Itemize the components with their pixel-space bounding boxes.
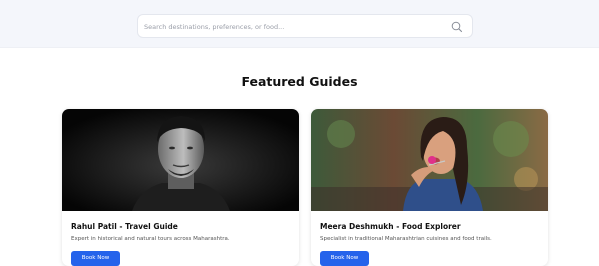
guide-card: Rahul Patil - Travel Guide Expert in his… xyxy=(62,109,299,266)
guide-name: Meera Deshmukh - Food Explorer xyxy=(320,222,461,231)
guide-description: Specialist in traditional Maharashtrian … xyxy=(320,236,492,242)
guide-name: Rahul Patil - Travel Guide xyxy=(71,222,178,231)
search-input[interactable] xyxy=(144,18,444,35)
section-title: Featured Guides xyxy=(241,74,358,89)
search-band xyxy=(0,0,599,48)
search-bar xyxy=(137,14,473,38)
guide-photo xyxy=(62,109,299,211)
book-now-button[interactable]: Book Now xyxy=(320,251,369,266)
guide-description: Expert in historical and natural tours a… xyxy=(71,236,230,242)
guide-photo xyxy=(311,109,548,211)
guide-card: Meera Deshmukh - Food Explorer Specialis… xyxy=(311,109,548,266)
search-icon[interactable] xyxy=(450,20,464,34)
book-now-button[interactable]: Book Now xyxy=(71,251,120,266)
